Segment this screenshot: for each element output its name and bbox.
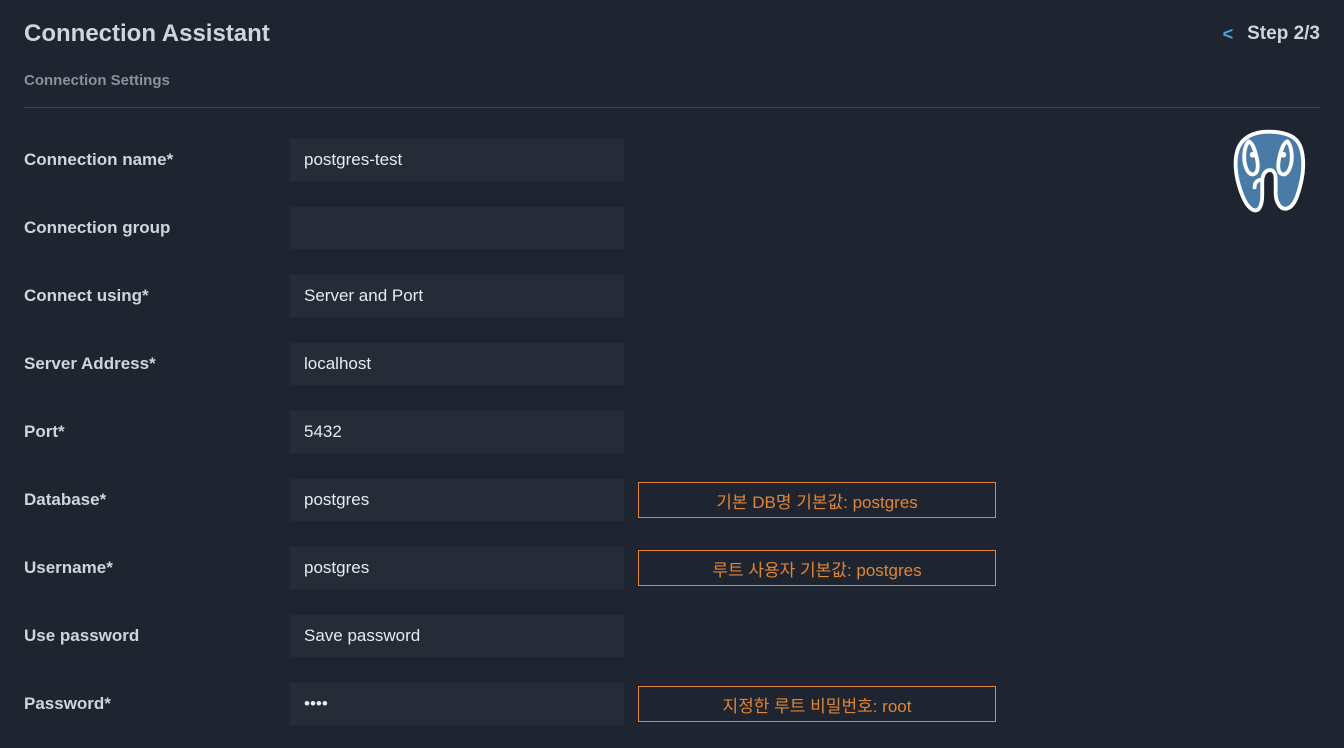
label-connect-using: Connect using* bbox=[24, 286, 290, 306]
label-use-password: Use password bbox=[24, 626, 290, 646]
divider bbox=[24, 107, 1320, 108]
row-connection-name: Connection name* bbox=[24, 126, 1320, 194]
row-port: Port* bbox=[24, 398, 1320, 466]
row-username: Username* 루트 사용자 기본값: postgres bbox=[24, 534, 1320, 602]
postgres-logo-icon bbox=[1220, 124, 1316, 220]
label-connection-group: Connection group bbox=[24, 218, 290, 238]
row-password: Password* 지정한 루트 비밀번호: root bbox=[24, 670, 1320, 738]
back-button[interactable]: < bbox=[1223, 24, 1234, 45]
select-connect-using-value: Server and Port bbox=[304, 286, 423, 306]
annotation-username: 루트 사용자 기본값: postgres bbox=[638, 550, 996, 586]
select-connect-using[interactable]: Server and Port bbox=[290, 275, 624, 317]
label-port: Port* bbox=[24, 422, 290, 442]
label-connection-name: Connection name* bbox=[24, 150, 290, 170]
select-use-password[interactable]: Save password bbox=[290, 615, 624, 657]
row-server-address: Server Address* bbox=[24, 330, 1320, 398]
step-nav: < Step 2/3 bbox=[1223, 23, 1320, 45]
header: Connection Assistant < Step 2/3 bbox=[24, 20, 1320, 48]
label-username: Username* bbox=[24, 558, 290, 578]
label-database: Database* bbox=[24, 490, 290, 510]
label-server-address: Server Address* bbox=[24, 354, 290, 374]
page-title: Connection Assistant bbox=[24, 20, 270, 48]
content: Connection name* Connection group Connec… bbox=[24, 126, 1320, 738]
input-username[interactable] bbox=[290, 547, 624, 589]
select-use-password-value: Save password bbox=[304, 626, 420, 646]
row-connection-group: Connection group bbox=[24, 194, 1320, 262]
step-indicator: Step 2/3 bbox=[1247, 23, 1320, 45]
section-subtitle: Connection Settings bbox=[24, 72, 1320, 89]
annotation-password: 지정한 루트 비밀번호: root bbox=[638, 686, 996, 722]
annotation-database: 기본 DB명 기본값: postgres bbox=[638, 482, 996, 518]
input-server-address[interactable] bbox=[290, 343, 624, 385]
input-password[interactable] bbox=[290, 683, 624, 725]
input-database[interactable] bbox=[290, 479, 624, 521]
row-use-password: Use password Save password bbox=[24, 602, 1320, 670]
label-password: Password* bbox=[24, 694, 290, 714]
input-port[interactable] bbox=[290, 411, 624, 453]
row-connect-using: Connect using* Server and Port bbox=[24, 262, 1320, 330]
input-connection-group[interactable] bbox=[290, 207, 624, 249]
input-connection-name[interactable] bbox=[290, 139, 624, 181]
row-database: Database* 기본 DB명 기본값: postgres bbox=[24, 466, 1320, 534]
